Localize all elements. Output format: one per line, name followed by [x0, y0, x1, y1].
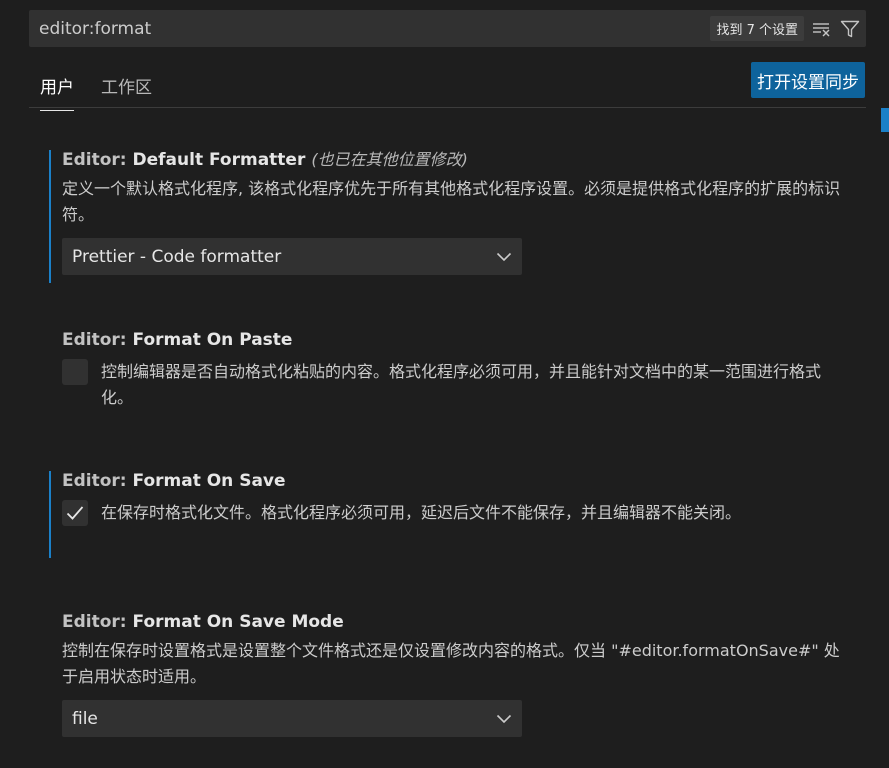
checkmark-icon	[66, 506, 84, 520]
settings-sync-button[interactable]: 打开设置同步	[751, 62, 865, 98]
setting-default-formatter: Editor: Default Formatter (也已在其他位置修改) 定义一…	[49, 150, 849, 283]
clear-filter-icon	[813, 22, 830, 36]
checkbox-row: 在保存时格式化文件。格式化程序必须可用，延迟后文件不能保存，并且编辑器不能关闭。	[62, 500, 849, 526]
setting-category: Editor:	[62, 330, 133, 350]
setting-title: Editor: Format On Save Mode	[62, 612, 849, 632]
settings-editor: 找到 7 个设置 用户 工作区 打开设置同步 Editor: Default F…	[0, 0, 889, 768]
setting-format-on-save: Editor: Format On Save 在保存时格式化文件。格式化程序必须…	[49, 471, 849, 558]
chevron-down-icon	[496, 252, 512, 261]
setting-category: Editor:	[62, 471, 133, 491]
setting-name: Format On Paste	[132, 330, 293, 350]
setting-title: Editor: Format On Paste	[62, 330, 849, 350]
checkbox-row: 控制编辑器是否自动格式化粘贴的内容。格式化程序必须可用，并且能针对文档中的某一范…	[62, 359, 849, 411]
chevron-down-icon	[496, 714, 512, 723]
tab-workspace[interactable]: 工作区	[101, 73, 152, 110]
format-on-paste-checkbox[interactable]	[62, 359, 88, 385]
setting-name: Default Formatter	[132, 150, 306, 170]
setting-name: Format On Save Mode	[132, 612, 344, 632]
setting-category: Editor:	[62, 150, 133, 170]
settings-search-bar: 找到 7 个设置	[29, 10, 866, 47]
setting-title: Editor: Default Formatter (也已在其他位置修改)	[62, 150, 849, 170]
filter-icon	[840, 20, 860, 37]
default-formatter-select[interactable]: Prettier - Code formatter	[62, 238, 522, 275]
result-count-badge: 找到 7 个设置	[710, 16, 804, 41]
setting-category: Editor:	[62, 612, 133, 632]
format-on-save-checkbox[interactable]	[62, 500, 88, 526]
modified-elsewhere-note[interactable]: (也已在其他位置修改)	[311, 150, 468, 169]
scrollbar-marker	[881, 108, 889, 132]
settings-scope-tabs: 用户 工作区 打开设置同步	[29, 60, 866, 111]
setting-description: 控制编辑器是否自动格式化粘贴的内容。格式化程序必须可用，并且能针对文档中的某一范…	[101, 362, 822, 407]
setting-format-on-save-mode: Editor: Format On Save Mode 控制在保存时设置格式是设…	[49, 612, 849, 737]
setting-format-on-paste: Editor: Format On Paste 控制编辑器是否自动格式化粘贴的内…	[49, 330, 849, 411]
tab-user[interactable]: 用户	[40, 73, 74, 111]
setting-name: Format On Save	[132, 471, 286, 491]
select-value: file	[72, 708, 98, 729]
modified-indicator	[49, 471, 51, 558]
setting-description: 定义一个默认格式化程序, 该格式化程序优先于所有其他格式化程序设置。必须是提供格…	[62, 179, 841, 224]
select-value: Prettier - Code formatter	[72, 246, 282, 267]
setting-description: 在保存时格式化文件。格式化程序必须可用，延迟后文件不能保存，并且编辑器不能关闭。	[101, 503, 742, 522]
clear-filter-button[interactable]	[810, 17, 834, 41]
scrollbar-track[interactable]	[881, 108, 889, 768]
setting-description: 控制在保存时设置格式是设置整个文件格式还是仅设置修改内容的格式。仅当 "#edi…	[62, 641, 840, 686]
settings-search-input[interactable]	[29, 10, 711, 47]
modified-indicator	[49, 150, 51, 283]
format-on-save-mode-select[interactable]: file	[62, 700, 522, 737]
setting-title: Editor: Format On Save	[62, 471, 849, 491]
filter-button[interactable]	[838, 17, 862, 41]
